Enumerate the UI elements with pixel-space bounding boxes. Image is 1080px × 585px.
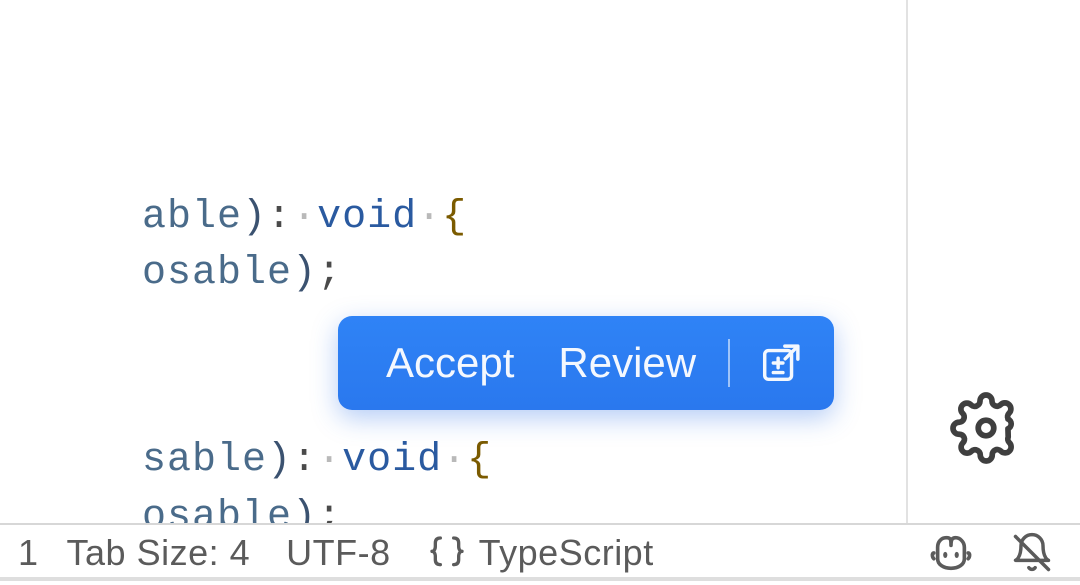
status-bar: 1 Tab Size: 4 UTF-8 TypeScript <box>0 523 1080 581</box>
status-encoding-value: UTF-8 <box>286 532 391 574</box>
status-language-button[interactable]: TypeScript <box>409 525 672 581</box>
settings-button[interactable] <box>950 392 1022 469</box>
brace-open: { <box>442 195 467 240</box>
notifications-button[interactable] <box>992 525 1072 581</box>
toolbar-divider <box>728 339 730 387</box>
identifier: osable <box>142 251 292 296</box>
inline-suggestion-toolbar: Accept Review <box>338 316 834 410</box>
open-diff-button[interactable] <box>752 316 810 410</box>
status-tab-size-value: Tab Size: 4 <box>67 532 251 574</box>
copilot-icon <box>928 532 974 574</box>
keyword-void: void <box>342 438 442 483</box>
status-column-button[interactable]: 1 <box>8 525 49 581</box>
copilot-status-button[interactable] <box>910 525 992 581</box>
ruler-line <box>906 0 908 523</box>
whitespace-dot: · <box>442 438 467 483</box>
status-encoding-button[interactable]: UTF-8 <box>268 525 409 581</box>
bell-slash-icon <box>1010 531 1054 575</box>
code-line: osable); <box>42 208 342 340</box>
bottom-hairline <box>0 577 1080 581</box>
semicolon: ; <box>317 251 342 296</box>
gear-icon <box>950 451 1022 468</box>
whitespace-dot: · <box>417 195 442 240</box>
status-language-value: TypeScript <box>479 532 654 574</box>
status-column-value: 1 <box>18 532 39 574</box>
diff-new-window-icon <box>758 340 804 386</box>
accept-button[interactable]: Accept <box>372 316 528 410</box>
braces-icon <box>427 533 467 573</box>
paren-close: ) <box>292 251 317 296</box>
brace-open: { <box>467 438 492 483</box>
status-tab-size-button[interactable]: Tab Size: 4 <box>49 525 269 581</box>
editor-area[interactable]: able):·void·{ osable); sable):·void·{ os… <box>0 0 1080 523</box>
accept-label: Accept <box>386 339 514 387</box>
review-button[interactable]: Review <box>544 316 710 410</box>
review-label: Review <box>558 339 696 387</box>
